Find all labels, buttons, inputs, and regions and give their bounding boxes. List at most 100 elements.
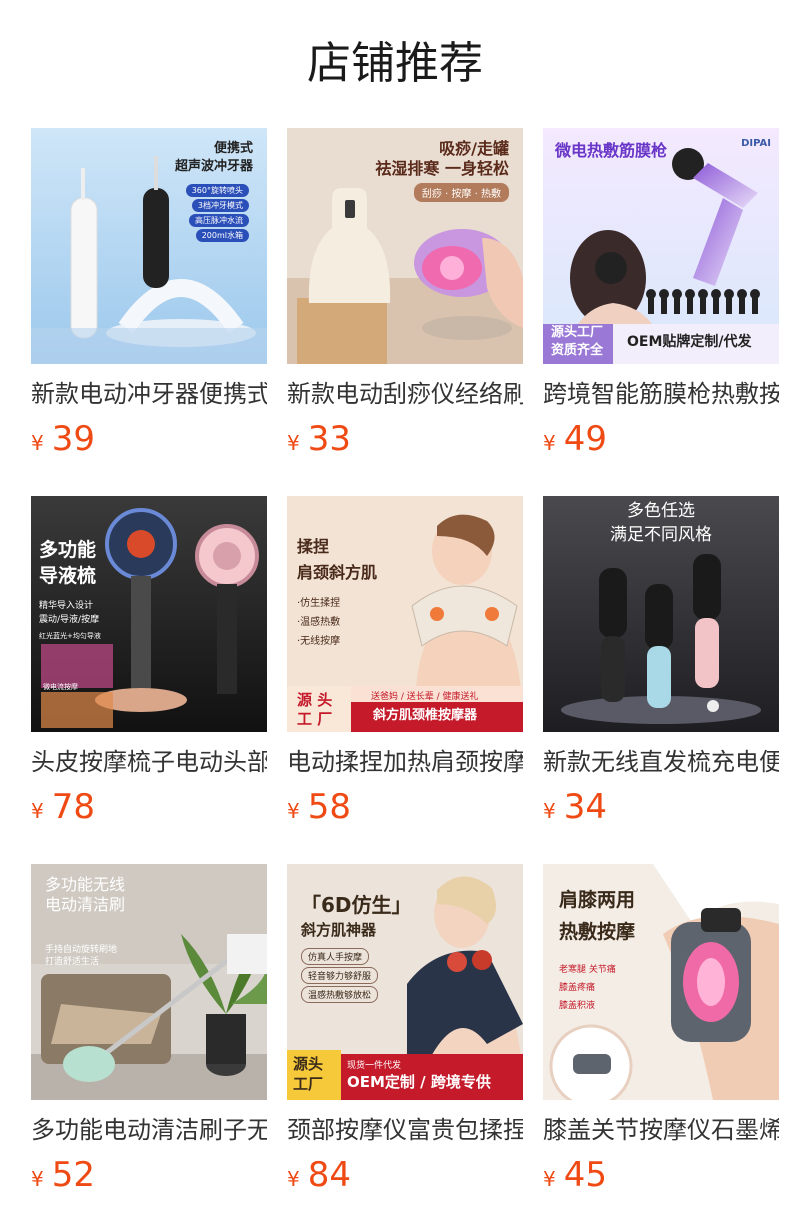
- image-caption: 多色任选: [627, 501, 695, 521]
- product-card[interactable]: 吸痧/走罐 祛湿排寒 一身轻松 刮痧 · 按摩 · 热敷 新款电动刮痧仪经络刷 …: [287, 128, 523, 496]
- product-name[interactable]: 多功能电动清洁刷子无线: [31, 1113, 267, 1147]
- product-image[interactable]: 肩膝两用 热敷按摩 老寒腿 关节痛 膝盖疼痛 膝盖积液: [543, 864, 779, 1100]
- product-image[interactable]: 多功能无线 电动清洁刷 手持自动旋转刷地 打造舒适生活: [31, 864, 267, 1100]
- product-card[interactable]: 便携式 超声波冲牙器 360°旋转喷头 3档冲牙模式 高压脉冲水流 200ml水…: [31, 128, 267, 496]
- price-value: 45: [563, 1155, 607, 1195]
- image-caption: 斜方肌神器: [301, 921, 377, 939]
- product-image[interactable]: 多功能 导液梳 精华导入设计 震动/导液/按摩 红光蓝光+均匀导液 微电流按摩: [31, 496, 267, 732]
- feature-item: 震动/导液/按摩: [39, 615, 100, 625]
- stock-caption: 现货一件代发: [347, 1061, 402, 1071]
- brand-logo: DIPAI: [741, 138, 771, 149]
- feature-item: 老寒腿 关节痛: [559, 965, 616, 975]
- currency-symbol: ¥: [543, 1167, 556, 1191]
- product-card[interactable]: 揉捏 肩颈斜方肌 ·仿生揉捏 ·温感热敷 ·无线按摩 源 头 工 厂 送爸妈 /…: [287, 496, 523, 864]
- feature-pill: 360°旋转喷头: [185, 184, 249, 197]
- image-caption: 「6D仿生」: [301, 893, 412, 917]
- product-name[interactable]: 跨境智能筋膜枪热敷按摩器: [543, 377, 779, 411]
- product-price: ¥78: [31, 787, 267, 827]
- price-value: 49: [563, 419, 607, 459]
- price-value: 39: [51, 419, 95, 459]
- image-caption: 满足不同风格: [610, 525, 712, 545]
- product-grid: 便携式 超声波冲牙器 360°旋转喷头 3档冲牙模式 高压脉冲水流 200ml水…: [31, 128, 779, 1224]
- product-image[interactable]: 微电热敷筋膜枪 DIPAI 源头工厂 资质齐全 OEM贴牌定制/代发: [543, 128, 779, 364]
- currency-symbol: ¥: [287, 799, 300, 823]
- product-image[interactable]: 吸痧/走罐 祛湿排寒 一身轻松 刮痧 · 按摩 · 热敷: [287, 128, 523, 364]
- product-card[interactable]: 多功能无线 电动清洁刷 手持自动旋转刷地 打造舒适生活 多功能电动清洁刷子无线 …: [31, 864, 267, 1224]
- product-name[interactable]: 膝盖关节按摩仪石墨烯热敷: [543, 1113, 779, 1147]
- feature-item: 红光蓝光+均匀导液: [39, 632, 101, 640]
- feature-item: ·仿生揉捏: [297, 598, 341, 609]
- image-caption: 肩膝两用: [559, 889, 636, 911]
- factory-badge: 工 厂: [297, 710, 333, 728]
- image-caption: 微电热敷筋膜枪: [555, 141, 668, 160]
- product-card[interactable]: 肩膝两用 热敷按摩 老寒腿 关节痛 膝盖疼痛 膝盖积液 膝盖关节按摩仪石墨烯热敷…: [543, 864, 779, 1224]
- product-name[interactable]: 电动揉捏加热肩颈按摩器: [287, 745, 523, 779]
- image-caption: OEM贴牌定制/代发: [627, 334, 752, 350]
- product-card[interactable]: 微电热敷筋膜枪 DIPAI 源头工厂 资质齐全 OEM贴牌定制/代发 跨境智能筋…: [543, 128, 779, 496]
- image-caption: 斜方肌颈椎按摩器: [373, 708, 478, 723]
- product-price: ¥49: [543, 419, 779, 459]
- factory-badge: 源 头: [297, 691, 333, 709]
- currency-symbol: ¥: [543, 799, 556, 823]
- product-name[interactable]: 颈部按摩仪富贵包揉捏按摩器: [287, 1113, 523, 1147]
- image-caption: 资质齐全: [551, 343, 604, 358]
- feature-item: ·温感热敷: [297, 617, 341, 628]
- product-price: ¥33: [287, 419, 523, 459]
- feature-item: 精华导入设计: [39, 601, 94, 611]
- feature-chip: 仿真人手按摩: [301, 948, 370, 965]
- currency-symbol: ¥: [31, 431, 44, 455]
- image-caption: 电动清洁刷: [45, 895, 126, 914]
- currency-symbol: ¥: [31, 1167, 44, 1191]
- image-caption: 揉捏: [297, 537, 330, 556]
- product-price: ¥52: [31, 1155, 267, 1195]
- factory-badge: 源头: [293, 1055, 324, 1073]
- image-caption: 源头工厂: [551, 325, 604, 340]
- feature-pill: 3档冲牙模式: [191, 199, 249, 212]
- feature-item: ·无线按摩: [297, 636, 341, 647]
- product-card[interactable]: 多功能 导液梳 精华导入设计 震动/导液/按摩 红光蓝光+均匀导液 微电流按摩 …: [31, 496, 267, 864]
- page-title: 店铺推荐: [307, 38, 483, 89]
- image-caption: 祛湿排寒 一身轻松: [375, 159, 509, 178]
- image-caption: 多功能无线: [45, 875, 126, 894]
- feature-pill: 200ml水箱: [195, 229, 249, 242]
- image-caption: 导液梳: [39, 565, 97, 587]
- product-price: ¥39: [31, 419, 267, 459]
- price-value: 84: [307, 1155, 351, 1195]
- product-name[interactable]: 头皮按摩梳子电动头部按摩器: [31, 745, 267, 779]
- product-price: ¥58: [287, 787, 523, 827]
- feature-pill: 高压脉冲水流: [189, 214, 249, 227]
- image-caption: 多功能: [39, 539, 97, 561]
- product-price: ¥34: [543, 787, 779, 827]
- product-card[interactable]: 多色任选 满足不同风格 新款无线直发梳充电便携 ¥34: [543, 496, 779, 864]
- product-image[interactable]: 揉捏 肩颈斜方肌 ·仿生揉捏 ·温感热敷 ·无线按摩 源 头 工 厂 送爸妈 /…: [287, 496, 523, 732]
- product-name[interactable]: 新款电动冲牙器便携式超声波冲牙器: [31, 377, 267, 411]
- image-caption: 吸痧/走罐: [439, 139, 509, 158]
- price-value: 52: [51, 1155, 95, 1195]
- feature-item: 打造舒适生活: [45, 957, 100, 967]
- feature-item: 微电流按摩: [43, 683, 78, 691]
- feature-item: 膝盖积液: [559, 1001, 596, 1011]
- factory-badge: 工厂: [293, 1075, 324, 1093]
- product-image[interactable]: 「6D仿生」 斜方肌神器 仿真人手按摩 轻音够力够舒服 温感热敷够放松 源头 工…: [287, 864, 523, 1100]
- product-price: ¥84: [287, 1155, 523, 1195]
- product-name[interactable]: 新款电动刮痧仪经络刷: [287, 377, 523, 411]
- currency-symbol: ¥: [287, 1167, 300, 1191]
- currency-symbol: ¥: [31, 799, 44, 823]
- product-name[interactable]: 新款无线直发梳充电便携: [543, 745, 779, 779]
- image-caption: 肩颈斜方肌: [297, 563, 378, 582]
- product-image[interactable]: 多色任选 满足不同风格: [543, 496, 779, 732]
- image-caption: OEM定制 / 跨境专供: [347, 1073, 491, 1091]
- feature-chip: 刮痧 · 按摩 · 热敷: [413, 183, 509, 202]
- product-image[interactable]: 便携式 超声波冲牙器 360°旋转喷头 3档冲牙模式 高压脉冲水流 200ml水…: [31, 128, 267, 364]
- image-caption: 热敷按摩: [559, 921, 636, 943]
- gift-caption: 送爸妈 / 送长辈 / 健康送礼: [371, 692, 479, 702]
- feature-chip: 轻音够力够舒服: [301, 967, 379, 984]
- price-value: 78: [51, 787, 95, 827]
- image-caption: 超声波冲牙器: [174, 159, 253, 174]
- feature-chip: 温感热敷够放松: [301, 986, 379, 1003]
- feature-item: 膝盖疼痛: [559, 983, 596, 993]
- currency-symbol: ¥: [287, 431, 300, 455]
- price-value: 34: [563, 787, 607, 827]
- price-value: 58: [307, 787, 351, 827]
- product-card[interactable]: 「6D仿生」 斜方肌神器 仿真人手按摩 轻音够力够舒服 温感热敷够放松 源头 工…: [287, 864, 523, 1224]
